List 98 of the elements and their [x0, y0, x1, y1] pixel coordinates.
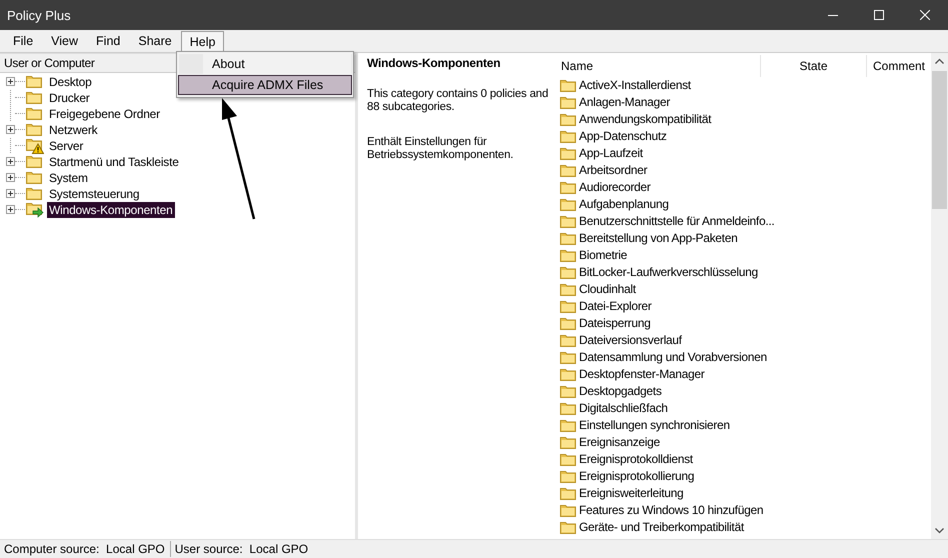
folder-icon: [560, 402, 576, 415]
list-item[interactable]: Ereignisweiterleitung: [579, 486, 684, 500]
column-header[interactable]: State: [761, 54, 867, 77]
folder-icon: [560, 368, 576, 381]
list-item[interactable]: Ereignisprotokolldienst: [579, 452, 693, 466]
list-item[interactable]: Features zu Windows 10 hinzufügen: [579, 503, 764, 518]
folder-icon: [560, 418, 576, 432]
list-item[interactable]: Datensammlung und Vorabversionen: [579, 350, 767, 364]
folder-icon: [560, 436, 576, 449]
list-item[interactable]: Audiorecorder: [579, 180, 650, 194]
window-title: Policy Plus: [6, 8, 72, 22]
expand-icon[interactable]: [6, 157, 15, 166]
folder-icon: [560, 112, 576, 126]
menu-item[interactable]: Share: [129, 31, 181, 52]
folder-icon: [560, 520, 576, 534]
list-item[interactable]: BitLocker-Laufwerkverschlüsselung: [579, 265, 758, 280]
folder-icon: [26, 107, 42, 120]
expand-icon[interactable]: [6, 205, 15, 214]
tree-item[interactable]: System: [47, 170, 90, 186]
folder-arrow-icon: [26, 202, 44, 218]
folder-icon: [26, 155, 42, 168]
folder-icon: [560, 350, 576, 364]
column-header[interactable]: Comment: [867, 54, 931, 77]
list-item[interactable]: Ereignisanzeige: [579, 435, 660, 450]
tree-item[interactable]: Freigegebene Ordner: [47, 106, 162, 122]
expand-icon[interactable]: [6, 173, 15, 182]
menu-item[interactable]: View: [42, 31, 88, 52]
menu-item[interactable]: File: [4, 31, 42, 52]
category-summary: This category contains 0 policies and 88 subcategories.: [367, 88, 549, 114]
tree-item[interactable]: Windows-Komponenten: [47, 202, 175, 218]
folder-icon: [560, 504, 576, 517]
tree-item[interactable]: Desktop: [47, 74, 94, 90]
tree-item[interactable]: Startmenü und Taskleiste: [47, 154, 181, 170]
folder-icon: [26, 75, 42, 88]
list-item[interactable]: Benutzerschnittstelle für Anmeldeinfo...: [579, 214, 774, 228]
list-item[interactable]: Digitalschließfach: [579, 401, 668, 416]
close-icon: [920, 10, 930, 20]
folder-icon: [560, 300, 576, 313]
folder-icon: [560, 164, 576, 177]
list-item[interactable]: Arbeitsordner: [579, 163, 648, 178]
list-item[interactable]: Ereignisprotokollierung: [579, 469, 694, 484]
list-item[interactable]: Dateiversionsverlauf: [579, 333, 682, 348]
folder-icon: [560, 78, 576, 92]
list-item[interactable]: Anwendungskompatibilität: [579, 112, 712, 126]
list-item[interactable]: ActiveX-Installerdienst: [579, 78, 691, 92]
list-item[interactable]: Bereitstellung von App-Paketen: [579, 231, 738, 246]
folder-icon: [560, 334, 576, 347]
folder-icon: [560, 96, 576, 109]
folder-icon: [26, 187, 42, 200]
folder-icon: [26, 171, 42, 184]
folder-icon: [560, 180, 576, 194]
status-text: User source: Local GPO: [174, 541, 310, 558]
list-item[interactable]: Geräte- und Treiberkompatibilität: [579, 520, 744, 534]
list-item[interactable]: Desktopgadgets: [579, 384, 662, 398]
folder-icon: [560, 486, 576, 500]
scrollbar[interactable]: [931, 52, 948, 540]
tree-item[interactable]: Drucker: [47, 90, 92, 106]
folder-icon: [26, 123, 42, 136]
list-item[interactable]: Einstellungen synchronisieren: [579, 418, 730, 432]
tree-item[interactable]: Netzwerk: [47, 122, 100, 138]
status-text: Computer source: Local GPO: [0, 541, 171, 558]
scrollbar-thumb[interactable]: [932, 70, 947, 209]
menu-item[interactable]: Help: [180, 31, 224, 52]
list-item[interactable]: Aufgabenplanung: [579, 197, 669, 212]
list-item[interactable]: App-Datenschutz: [579, 129, 667, 144]
folder-icon: [560, 248, 576, 262]
folder-icon: [560, 470, 576, 483]
tree-item[interactable]: Systemsteuerung: [47, 186, 142, 202]
category-title: Windows-Komponenten: [367, 56, 502, 70]
folder-icon: [560, 266, 576, 279]
expand-icon[interactable]: [6, 77, 15, 86]
menu-item[interactable]: Find: [87, 31, 130, 52]
tree-item[interactable]: Server: [47, 138, 86, 154]
expand-icon[interactable]: [6, 189, 15, 198]
folder-warning-icon: [26, 138, 44, 154]
folder-icon: [560, 232, 576, 245]
list-item[interactable]: Dateisperrung: [579, 316, 650, 330]
category-description: Enthält Einstellungen für Betriebssystemkomponenten.: [367, 136, 514, 162]
folder-icon: [560, 452, 576, 466]
maximize-icon: [874, 10, 884, 20]
list-item[interactable]: Cloudinhalt: [579, 282, 636, 296]
folder-icon: [560, 316, 576, 330]
folder-icon: [26, 91, 42, 104]
folder-icon: [560, 130, 576, 143]
list-item[interactable]: App-Laufzeit: [579, 146, 643, 160]
folder-icon: [560, 198, 576, 211]
list-item[interactable]: Desktopfenster-Manager: [579, 367, 704, 382]
folder-icon: [560, 282, 576, 296]
folder-icon: [560, 214, 576, 228]
folder-icon: [560, 384, 576, 398]
list-item[interactable]: Anlagen-Manager: [579, 95, 670, 110]
dropdown-menu-item[interactable]: About: [178, 54, 352, 74]
list-item[interactable]: Biometrie: [579, 248, 627, 262]
dropdown-menu-item[interactable]: Acquire ADMX Files: [178, 75, 352, 95]
expand-icon[interactable]: [6, 125, 15, 134]
column-header[interactable]: Name: [555, 54, 761, 77]
list-item[interactable]: Datei-Explorer: [579, 299, 652, 314]
folder-icon: [560, 146, 576, 160]
